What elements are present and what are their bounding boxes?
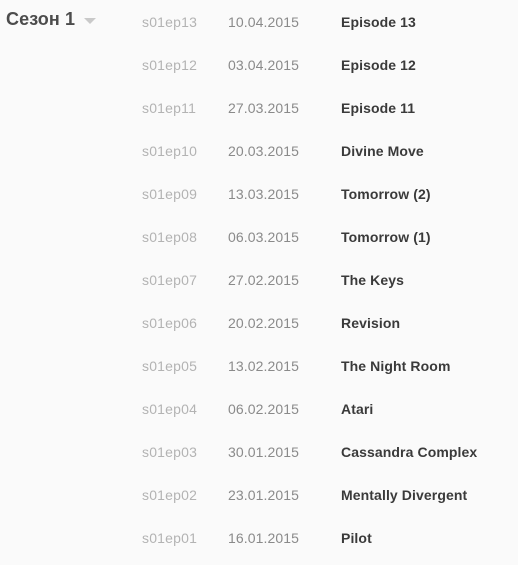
episode-air-date: 27.02.2015 <box>228 271 300 288</box>
episode-code: s01ep02 <box>142 486 198 503</box>
episode-air-date: 20.03.2015 <box>228 142 300 159</box>
episode-code: s01ep08 <box>142 228 198 245</box>
season-selector[interactable]: Сезон 1 <box>6 9 97 29</box>
episode-air-date: 13.03.2015 <box>228 185 300 202</box>
episode-row[interactable]: s01ep07 27.02.2015 The Keys <box>142 258 518 301</box>
episode-row[interactable]: s01ep08 06.03.2015 Tomorrow (1) <box>142 215 518 258</box>
episode-title[interactable]: Pilot <box>341 516 518 559</box>
episode-row[interactable]: s01ep12 03.04.2015 Episode 12 <box>142 43 518 86</box>
episode-row[interactable]: s01ep01 16.01.2015 Pilot <box>142 516 518 559</box>
episode-code: s01ep06 <box>142 314 198 331</box>
episode-title[interactable]: Tomorrow (1) <box>341 215 518 258</box>
episode-code: s01ep01 <box>142 529 198 546</box>
episode-guide-page: Сезон 1 s01ep13 10.04.2015 Episode 13 s01ep… <box>0 0 518 565</box>
episode-code: s01ep05 <box>142 357 198 374</box>
episode-title[interactable]: The Night Room <box>341 344 518 387</box>
episode-row[interactable]: s01ep06 20.02.2015 Revision <box>142 301 518 344</box>
episode-title[interactable]: Episode 13 <box>341 0 518 43</box>
episode-air-date: 16.01.2015 <box>228 529 300 546</box>
episode-row[interactable]: s01ep04 06.02.2015 Atari <box>142 387 518 430</box>
episode-air-date: 03.04.2015 <box>228 56 300 73</box>
episode-title[interactable]: Mentally Divergent <box>341 473 518 516</box>
episode-air-date: 20.02.2015 <box>228 314 300 331</box>
episode-title[interactable]: Revision <box>341 301 518 344</box>
episode-air-date: 06.02.2015 <box>228 400 300 417</box>
episode-title[interactable]: Divine Move <box>341 129 518 172</box>
episode-row[interactable]: s01ep10 20.03.2015 Divine Move <box>142 129 518 172</box>
episode-air-date: 30.01.2015 <box>228 443 300 460</box>
episode-air-date: 10.04.2015 <box>228 13 300 30</box>
episode-code: s01ep04 <box>142 400 198 417</box>
episode-row[interactable]: s01ep02 23.01.2015 Mentally Divergent <box>142 473 518 516</box>
episode-title[interactable]: The Keys <box>341 258 518 301</box>
episode-title[interactable]: Tomorrow (2) <box>341 172 518 215</box>
episode-air-date: 27.03.2015 <box>228 99 300 116</box>
episode-row[interactable]: s01ep09 13.03.2015 Tomorrow (2) <box>142 172 518 215</box>
episode-air-date: 23.01.2015 <box>228 486 300 503</box>
episode-row[interactable]: s01ep03 30.01.2015 Cassandra Complex <box>142 430 518 473</box>
episode-row[interactable]: s01ep13 10.04.2015 Episode 13 <box>142 0 518 43</box>
episode-title[interactable]: Atari <box>341 387 518 430</box>
episode-list: s01ep13 10.04.2015 Episode 13 s01ep12 03.04.… <box>142 0 518 559</box>
episode-code: s01ep09 <box>142 185 198 202</box>
episode-row[interactable]: s01ep11 27.03.2015 Episode 11 <box>142 86 518 129</box>
episode-code: s01ep13 <box>142 13 198 30</box>
chevron-down-icon[interactable] <box>84 17 97 24</box>
episode-list-body: s01ep13 10.04.2015 Episode 13 s01ep12 03.04.… <box>142 0 518 559</box>
episode-air-date: 06.03.2015 <box>228 228 300 245</box>
episode-code: s01ep10 <box>142 142 198 159</box>
season-title: Сезон 1 <box>6 9 76 29</box>
episode-air-date: 13.02.2015 <box>228 357 300 374</box>
episode-title[interactable]: Episode 11 <box>341 86 518 129</box>
episode-code: s01ep07 <box>142 271 198 288</box>
episode-code: s01ep11 <box>142 99 197 116</box>
episode-title[interactable]: Episode 12 <box>341 43 518 86</box>
episode-code: s01ep12 <box>142 56 198 73</box>
episode-code: s01ep03 <box>142 443 198 460</box>
episode-title[interactable]: Cassandra Complex <box>341 430 518 473</box>
episode-row[interactable]: s01ep05 13.02.2015 The Night Room <box>142 344 518 387</box>
